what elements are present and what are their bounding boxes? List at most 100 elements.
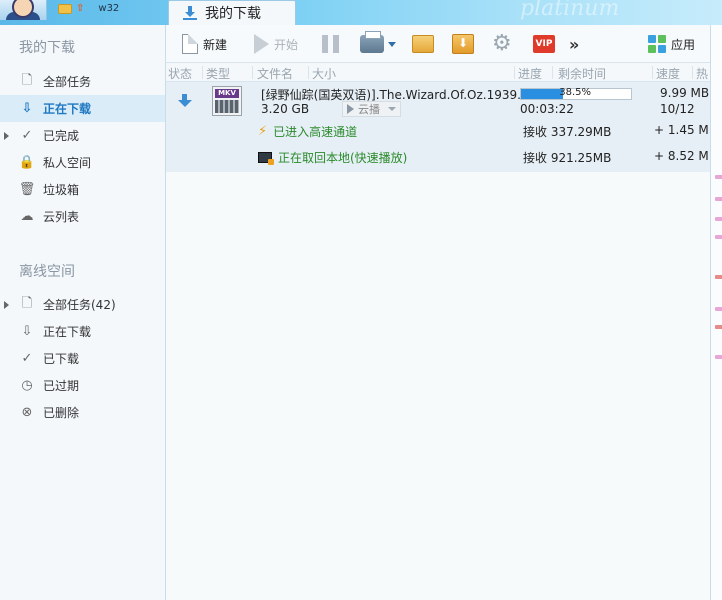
brand-watermark: platinum <box>520 0 620 21</box>
apps-button[interactable]: 应用 <box>648 32 695 56</box>
sidebar-item-downloading[interactable]: ⇩ 正在下载 <box>0 95 165 122</box>
progress-text: 38.5% <box>559 87 591 98</box>
downloading-status-icon <box>178 94 192 110</box>
sidebar-item-offline-deleted[interactable]: ⊗ 已删除 <box>0 399 165 426</box>
play-icon <box>347 104 354 114</box>
sidebar-item-completed[interactable]: ✓ 已完成 <box>0 122 165 149</box>
apps-grid-icon <box>648 35 666 53</box>
cloud-play-button[interactable]: 云播 <box>342 101 401 117</box>
sidebar-item-trash[interactable]: 🗑 垃圾箱 <box>0 176 165 203</box>
avatar[interactable] <box>0 0 47 20</box>
sidebar-item-label: 垃圾箱 <box>43 183 80 197</box>
settings-button[interactable]: ⚙ <box>492 32 512 56</box>
vip-button[interactable]: VIP <box>533 32 555 56</box>
download-speed: 9.99 MB <box>660 86 710 100</box>
cloud-play-label: 云播 <box>358 103 380 116</box>
fetch-local-speed: + 8.52 M <box>654 149 709 163</box>
printer-icon <box>360 31 384 53</box>
download-icon: ⇩ <box>21 101 33 116</box>
download-tab-icon <box>183 6 197 20</box>
sidebar-item-cloud-list[interactable]: ☁ 云列表 <box>0 203 165 230</box>
vip-badge-icon <box>58 3 72 14</box>
sidebar-item-all-tasks[interactable]: 🗋 全部任务 <box>0 68 165 95</box>
username[interactable]: w32 <box>98 3 119 14</box>
new-file-icon <box>182 34 198 54</box>
sidebar-item-label: 已过期 <box>43 379 80 393</box>
high-speed-label: 已进入高速通道 <box>273 124 358 139</box>
expand-arrow-icon[interactable] <box>4 132 9 140</box>
sidebar-item-label: 正在下载 <box>43 325 92 339</box>
download-box-icon <box>452 34 474 54</box>
file-icon: 🗋 <box>21 72 33 88</box>
column-filename[interactable]: 文件名 <box>257 65 293 82</box>
progress-fill <box>521 89 564 99</box>
chevron-down-icon[interactable] <box>388 107 396 111</box>
lightning-icon: ⚡ <box>258 123 268 139</box>
high-speed-speed: + 1.45 M <box>654 123 709 137</box>
double-chevron-right-icon: » <box>569 34 580 54</box>
section-title-my-downloads: 我的下载 <box>19 40 75 56</box>
column-progress[interactable]: 进度 <box>518 65 542 82</box>
start-button-label: 开始 <box>274 37 299 52</box>
pause-button[interactable] <box>322 32 340 56</box>
file-type-label: MKV <box>215 89 239 98</box>
column-remaining-time[interactable]: 剩余时间 <box>558 65 606 82</box>
high-speed-channel-row[interactable]: ⚡ 已进入高速通道 <box>258 123 357 139</box>
sidebar-item-private-space[interactable]: 🔒 私人空间 <box>0 149 165 176</box>
tab-label: 我的下载 <box>205 6 261 22</box>
open-folder-button[interactable] <box>412 32 434 56</box>
column-hot[interactable]: 热 <box>696 65 708 82</box>
level-up-icon: ⇧ <box>76 3 85 14</box>
chevron-down-icon[interactable] <box>388 41 396 47</box>
task-size: 3.20 GB <box>261 102 310 116</box>
gear-icon: ⚙ <box>492 31 512 56</box>
new-task-button[interactable]: 新建 <box>182 32 227 56</box>
progress-bar: 38.5% <box>520 87 632 100</box>
file-icon: 🗋 <box>21 295 33 311</box>
sidebar-item-offline-all-tasks[interactable]: 🗋 全部任务(42) <box>0 291 165 318</box>
new-button-label: 新建 <box>203 37 228 52</box>
check-icon: ✓ <box>21 128 33 143</box>
title-bar: ⇧ w32 我的下载 platinum <box>0 0 722 25</box>
remaining-time: 00:03:22 <box>520 102 574 116</box>
sidebar-item-label: 私人空间 <box>43 156 92 170</box>
expand-arrow-icon[interactable] <box>4 301 9 309</box>
task-list: MKV [绿野仙踪(国英双语)].The.Wizard.Of.Oz.1939..… <box>166 82 710 600</box>
peer-count: 10/12 <box>660 102 695 116</box>
sidebar-item-label: 已完成 <box>43 129 80 143</box>
play-icon <box>254 34 269 54</box>
column-type[interactable]: 类型 <box>206 65 230 82</box>
trash-icon: 🗑 <box>18 182 36 197</box>
folder-icon <box>412 35 434 53</box>
adjacent-panel-edge <box>710 25 722 600</box>
column-speed[interactable]: 速度 <box>656 65 680 82</box>
lock-icon: 🔒 <box>18 155 36 170</box>
toolbar: 新建 开始 ⚙ VIP » 应用 <box>166 25 712 63</box>
delete-icon: ⊗ <box>21 405 33 420</box>
column-header: 状态 类型 文件名 大小 进度 剩余时间 速度 热 <box>166 63 712 82</box>
section-title-offline-space: 离线空间 <box>19 264 75 280</box>
sidebar-item-offline-downloading[interactable]: ⇩ 正在下载 <box>0 318 165 345</box>
column-status[interactable]: 状态 <box>168 65 192 82</box>
clock-icon: ◷ <box>21 378 33 393</box>
tab-my-downloads[interactable]: 我的下载 <box>168 0 296 25</box>
sidebar-item-offline-expired[interactable]: ◷ 已过期 <box>0 372 165 399</box>
user-badges: ⇧ w32 <box>58 3 119 14</box>
sidebar: 我的下载 🗋 全部任务 ⇩ 正在下载 ✓ 已完成 🔒 私人空间 🗑 垃圾箱 ☁ … <box>0 25 166 600</box>
column-size[interactable]: 大小 <box>312 65 336 82</box>
fetch-local-received: 接收 921.25MB <box>523 151 612 165</box>
apps-button-label: 应用 <box>671 37 696 52</box>
sidebar-item-offline-downloaded[interactable]: ✓ 已下载 <box>0 345 165 372</box>
monitor-icon <box>258 151 274 165</box>
task-row[interactable]: MKV [绿野仙踪(国英双语)].The.Wizard.Of.Oz.1939..… <box>166 82 710 172</box>
fetch-local-label: 正在取回本地(快速播放) <box>278 150 408 165</box>
shutdown-plan-button[interactable] <box>360 31 396 56</box>
more-button[interactable]: » <box>569 32 579 56</box>
high-speed-received: 接收 337.29MB <box>523 125 612 139</box>
vip-icon: VIP <box>533 35 555 53</box>
start-button[interactable]: 开始 <box>254 32 298 56</box>
download-box-button[interactable] <box>452 32 474 56</box>
check-icon: ✓ <box>21 351 33 366</box>
fetch-local-row[interactable]: 正在取回本地(快速播放) <box>258 149 407 165</box>
sidebar-item-label: 已下载 <box>43 352 80 366</box>
